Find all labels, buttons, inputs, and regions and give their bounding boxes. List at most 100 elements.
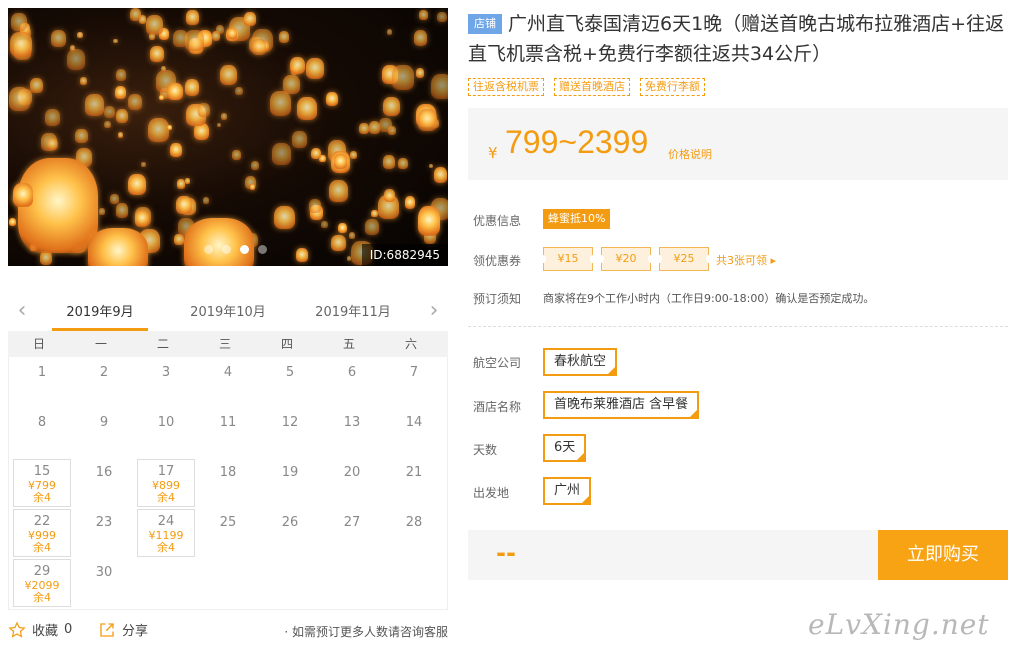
- calendar-day: 26: [261, 509, 319, 557]
- consult-hint[interactable]: · 如需预订更多人数请咨询客服: [284, 623, 448, 640]
- coupon-15[interactable]: ¥15: [540, 247, 596, 271]
- lantern-decoration: [430, 74, 448, 99]
- tab-month-sep[interactable]: 2019年9月: [52, 301, 148, 331]
- lantern-decoration: [116, 203, 129, 218]
- lantern-decoration: [69, 44, 76, 52]
- lantern-decoration: [359, 123, 369, 135]
- lantern-decoration: [186, 10, 199, 25]
- lantern-decoration: [8, 86, 30, 112]
- lantern-decoration: [113, 38, 118, 44]
- lantern-decoration: [437, 11, 447, 23]
- lantern-decoration: [329, 179, 349, 202]
- calendar-day: 16: [75, 459, 133, 507]
- lantern-decoration: [365, 218, 379, 235]
- lantern-decoration: [176, 195, 193, 214]
- calendar-day-number: 16: [95, 465, 113, 480]
- notice-text: 商家将在9个工作小时内（工作日9:00-18:00）确认是否预定成功。: [543, 292, 875, 305]
- lantern-decoration: [174, 234, 184, 246]
- calendar-day: 30: [75, 559, 133, 607]
- weekday-label: 四: [280, 337, 293, 351]
- lantern-decoration: [115, 68, 127, 81]
- calendar-day-available[interactable]: 15 ¥799 余4: [13, 459, 71, 507]
- favorite-button[interactable]: 收藏 0: [8, 620, 72, 639]
- lantern-decoration: [103, 105, 116, 119]
- lantern-decoration: [234, 86, 243, 96]
- lantern-decoration: [109, 193, 119, 204]
- shop-tag[interactable]: 店铺: [468, 14, 502, 34]
- product-image-gallery[interactable]: ID:6882945: [8, 8, 448, 266]
- lantern-decoration: [77, 31, 83, 38]
- lantern-decoration: [147, 117, 169, 142]
- calendar-month-nav: ‹ 2019年9月 2019年10月 2019年11月 ›: [8, 293, 448, 331]
- lantern-decoration: [418, 206, 440, 236]
- coupon-20[interactable]: ¥20: [598, 247, 654, 271]
- calendar-day-number: 6: [347, 365, 357, 380]
- calendar-day: 1: [13, 359, 71, 407]
- price-note-link[interactable]: 价格说明: [668, 146, 712, 162]
- share-icon: [100, 622, 114, 637]
- calendar-day: 6: [323, 359, 381, 407]
- lantern-decoration: [398, 157, 408, 169]
- departure-option[interactable]: 广州: [543, 477, 592, 505]
- lantern-decoration: [250, 184, 255, 190]
- lantern-decoration: [135, 210, 150, 227]
- lantern-decoration: [104, 120, 111, 128]
- calendar-day-available[interactable]: 17 ¥899 余4: [137, 459, 195, 507]
- lantern-decoration: [99, 207, 106, 215]
- chevron-right-icon[interactable]: ›: [424, 299, 444, 323]
- share-button[interactable]: 分享: [98, 620, 148, 639]
- hotel-option[interactable]: 首晚布莱雅酒店 含早餐: [543, 391, 700, 419]
- share-label: 分享: [122, 624, 149, 639]
- gallery-dot[interactable]: [240, 245, 249, 254]
- lantern-decoration: [269, 91, 292, 116]
- lantern-decoration: [392, 65, 414, 90]
- weekday-label: 一: [94, 337, 107, 351]
- calendar-day: 23: [75, 509, 133, 557]
- tab-month-oct[interactable]: 2019年10月: [180, 301, 276, 331]
- feature-tag: 往返含税机票: [468, 78, 544, 96]
- calendar-day-available[interactable]: 24 ¥1199 余4: [137, 509, 195, 557]
- gallery-dot[interactable]: [204, 245, 213, 254]
- calendar-day: 20: [323, 459, 381, 507]
- lantern-decoration: [310, 147, 321, 160]
- lantern-decoration: [46, 137, 58, 151]
- calendar-day-number: 20: [343, 465, 361, 480]
- calendar-day-number: 1: [37, 365, 47, 380]
- calendar-day-number: 5: [285, 365, 295, 380]
- calendar-day-number: 30: [95, 565, 113, 580]
- gallery-dot[interactable]: [222, 245, 231, 254]
- calendar-day-available[interactable]: 29 ¥2099 余4: [13, 559, 71, 607]
- calendar-day: 14: [385, 409, 443, 457]
- calendar-day-number: 3: [161, 365, 171, 380]
- calendar-day-number: 13: [343, 415, 361, 430]
- calendar-day: 7: [385, 359, 443, 407]
- calendar-day: 8: [13, 409, 71, 457]
- chevron-left-icon[interactable]: ‹: [12, 299, 32, 323]
- image-id-label: ID:6882945: [361, 244, 448, 266]
- lantern-decoration: [166, 124, 172, 131]
- lantern-decoration: [127, 173, 147, 195]
- price-range: 799~2399: [505, 124, 649, 160]
- coupon-25[interactable]: ¥25: [656, 247, 712, 271]
- weekday-label: 二: [156, 337, 169, 351]
- calendar-day: 2: [75, 359, 133, 407]
- discount-label: 优惠信息: [473, 214, 522, 228]
- lantern-decoration: [251, 160, 260, 171]
- tab-month-nov[interactable]: 2019年11月: [305, 301, 401, 331]
- calendar-day-available[interactable]: 22 ¥999 余4: [13, 509, 71, 557]
- calendar-day-number: 14: [405, 415, 423, 430]
- lantern-decoration: [379, 118, 392, 133]
- lantern-decoration: [383, 154, 396, 169]
- day-stock: 余4: [33, 591, 51, 604]
- gallery-dot[interactable]: [258, 245, 267, 254]
- item-actions-bar: 收藏 0 分享 · 如需预订更多人数请咨询客服: [8, 620, 448, 642]
- coupon-more-link[interactable]: 共3张可领 ▸: [716, 252, 776, 268]
- calendar-day: 3: [137, 359, 195, 407]
- coupon-label: 领优惠券: [473, 254, 522, 268]
- lantern-decoration: [88, 228, 148, 266]
- airline-option[interactable]: 春秋航空: [543, 348, 618, 376]
- days-option[interactable]: 6天: [543, 434, 587, 462]
- feature-tags: 往返含税机票 赠送首晚酒店 免费行李额: [468, 78, 705, 96]
- buy-now-button[interactable]: 立即购买: [878, 530, 1008, 580]
- lantern-decoration: [185, 178, 191, 184]
